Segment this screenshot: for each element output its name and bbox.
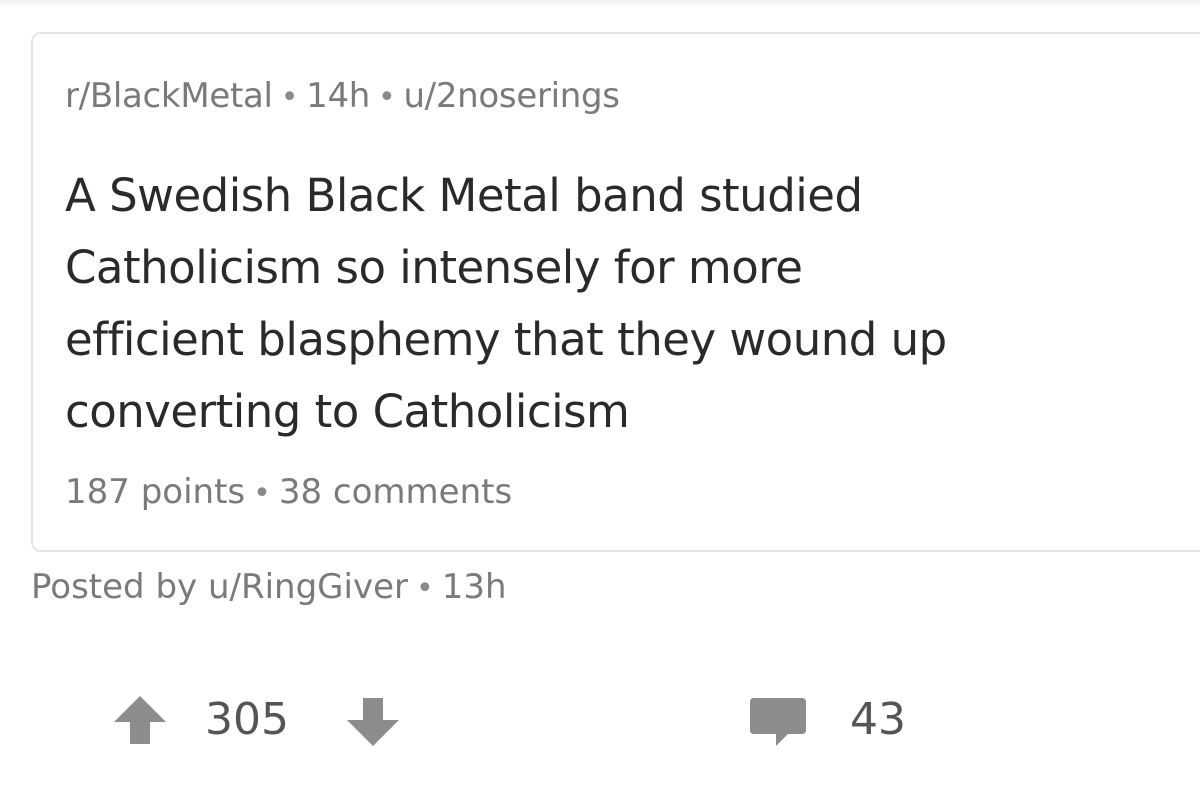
top-edge-divider — [0, 0, 1200, 6]
crosspost-comments-link[interactable]: 38 comments — [279, 472, 512, 512]
comments-button[interactable]: 43 — [748, 690, 938, 756]
reddit-post-screenshot: r/BlackMetal • 14h • u/2noserings A Swedish … — [0, 0, 1200, 811]
byline-separator: • — [415, 571, 434, 606]
comment-count: 43 — [850, 694, 906, 745]
post-age: 13h — [441, 567, 507, 607]
crosspost-age: 14h — [306, 76, 371, 116]
crosspost-author-link[interactable]: u/2noserings — [403, 76, 620, 116]
crosspost-meta: r/BlackMetal • 14h • u/2noserings — [65, 76, 620, 116]
title-line: Catholicism so intensely for more — [65, 241, 803, 294]
crosspost-points: 187 points — [65, 472, 246, 512]
meta-separator: • — [280, 80, 299, 115]
downvote-button[interactable] — [343, 692, 403, 752]
upvote-arrow-icon — [114, 696, 166, 744]
stats-separator: • — [253, 476, 271, 511]
post-action-bar: 305 43 — [0, 690, 1200, 760]
meta-separator: • — [378, 80, 396, 115]
crosspost-stats: 187 points • 38 comments — [65, 472, 512, 512]
crosspost-subreddit-link[interactable]: r/BlackMetal — [65, 76, 273, 116]
crosspost-card[interactable]: r/BlackMetal • 14h • u/2noserings A Swedish … — [31, 32, 1200, 552]
title-line: A Swedish Black Metal band studied — [65, 169, 863, 222]
title-line: converting to Catholicism — [65, 385, 630, 438]
post-byline: Posted by u/RingGiver • 13h — [31, 567, 507, 607]
posted-by-author[interactable]: Posted by u/RingGiver — [31, 567, 408, 607]
comment-bubble-icon — [750, 698, 806, 746]
downvote-arrow-icon — [347, 698, 399, 746]
upvote-button[interactable] — [110, 690, 170, 750]
post-score: 305 — [205, 694, 289, 745]
crosspost-title[interactable]: A Swedish Black Metal band studied Catho… — [65, 160, 1200, 448]
title-line: efficient blasphemy that they wound up — [65, 313, 947, 366]
